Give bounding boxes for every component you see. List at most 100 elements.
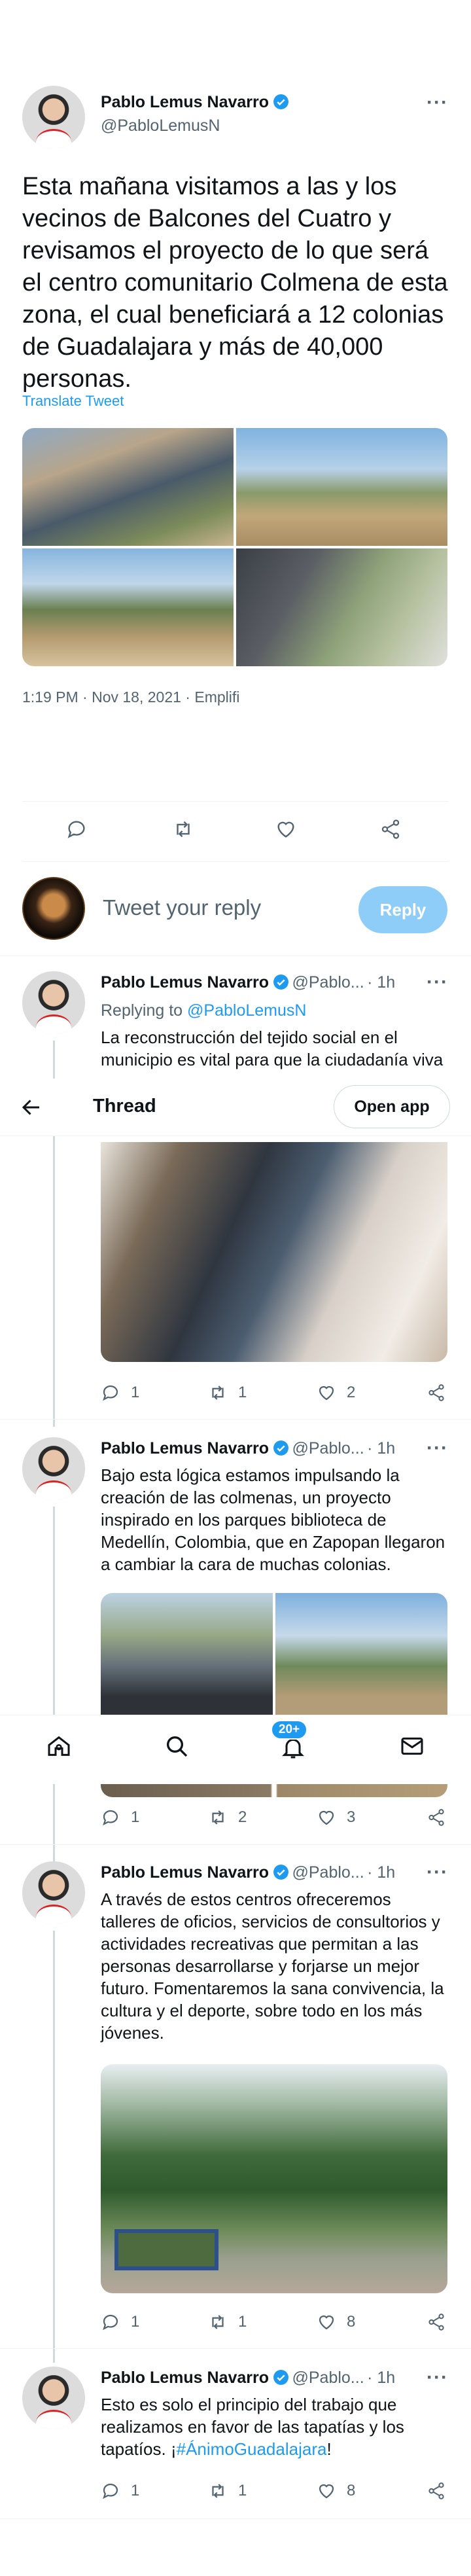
author-avatar[interactable] xyxy=(22,86,85,149)
comment-count: 1 xyxy=(131,1384,140,1401)
reply-icon[interactable] xyxy=(101,2312,120,2332)
media-photo-3[interactable] xyxy=(22,548,234,666)
reply-retweet-action[interactable]: 1 xyxy=(208,2312,247,2332)
home-icon[interactable] xyxy=(46,1733,72,1759)
like-count: 8 xyxy=(347,2313,356,2331)
author-handle[interactable]: @PabloLemusN xyxy=(101,116,220,135)
author-name-row[interactable]: Pablo Lemus Navarro xyxy=(101,93,289,112)
reply-time[interactable]: · 1h xyxy=(367,1439,395,1458)
reply-avatar[interactable] xyxy=(22,971,85,1034)
more-options-icon[interactable]: ··· xyxy=(427,2367,448,2389)
reply-icon[interactable] xyxy=(101,2481,120,2501)
reply-icon[interactable] xyxy=(101,1808,120,1827)
thread-title: Thread xyxy=(93,1096,156,1117)
share-icon[interactable] xyxy=(427,1808,446,1827)
reply-text: Esto es solo el principio del trabajo qu… xyxy=(101,2393,447,2460)
like-count: 3 xyxy=(347,1808,356,1826)
reply-avatar[interactable] xyxy=(22,1437,85,1500)
comment-count: 1 xyxy=(131,1808,140,1826)
media-photo-1[interactable] xyxy=(22,428,234,546)
reply-avatar[interactable] xyxy=(22,2367,85,2429)
reply-comment-action[interactable]: 1 xyxy=(101,2312,139,2332)
like-icon[interactable] xyxy=(317,1808,336,1827)
like-icon[interactable] xyxy=(317,1383,336,1403)
more-options-icon[interactable]: ··· xyxy=(427,1861,448,1884)
back-arrow-icon[interactable] xyxy=(20,1096,43,1119)
retweet-count: 1 xyxy=(238,2313,247,2331)
reply-author-handle[interactable]: @Pablo... xyxy=(292,1863,364,1882)
notifications-badge: 20+ xyxy=(271,1720,307,1740)
more-options-icon[interactable]: ··· xyxy=(427,92,448,114)
reply-time[interactable]: · 1h xyxy=(367,1863,395,1882)
share-icon[interactable] xyxy=(427,2481,446,2501)
reply-author-name[interactable]: Pablo Lemus Navarro xyxy=(101,1439,269,1458)
reply-retweet-action[interactable]: 1 xyxy=(208,2481,247,2501)
like-icon[interactable] xyxy=(317,2312,336,2332)
tweet-text: Esta mañana visitamos a las y los vecino… xyxy=(22,173,448,393)
reply-author-name[interactable]: Pablo Lemus Navarro xyxy=(101,973,269,992)
media-photo-1[interactable] xyxy=(101,1593,273,1715)
reply-like-action[interactable]: 2 xyxy=(317,1383,355,1403)
replying-to-handle-link[interactable]: @PabloLemusN xyxy=(187,1001,306,1020)
search-icon[interactable] xyxy=(164,1733,190,1759)
open-app-button[interactable]: Open app xyxy=(334,1085,450,1128)
planter-box-shape xyxy=(114,2229,219,2270)
reply-like-action[interactable]: 8 xyxy=(317,2481,355,2501)
reply-avatar[interactable] xyxy=(22,1861,85,1924)
reply-comment-action[interactable]: 1 xyxy=(101,1383,139,1403)
like-icon[interactable] xyxy=(317,2481,336,2501)
reply-author-handle[interactable]: @Pablo... xyxy=(292,2369,364,2387)
reply-icon[interactable] xyxy=(101,1383,120,1403)
replying-to: Replying to @PabloLemusN xyxy=(101,1001,306,1020)
share-icon[interactable] xyxy=(379,818,402,840)
reply-media-photo[interactable] xyxy=(101,2064,447,2293)
current-user-avatar[interactable] xyxy=(22,877,85,940)
reply-author-name[interactable]: Pablo Lemus Navarro xyxy=(101,1863,269,1882)
reply-like-action[interactable]: 3 xyxy=(317,1808,355,1827)
reply-comment-action[interactable]: 1 xyxy=(101,1808,139,1827)
comment-count: 1 xyxy=(131,2482,140,2499)
reply-like-action[interactable]: 8 xyxy=(317,2312,355,2332)
like-count: 2 xyxy=(347,1384,356,1401)
reply-input[interactable]: Tweet your reply xyxy=(103,895,261,920)
reply-time[interactable]: · 1h xyxy=(367,2369,395,2387)
media-photo-2[interactable] xyxy=(236,428,447,546)
reply-author-name[interactable]: Pablo Lemus Navarro xyxy=(101,2369,269,2387)
share-icon[interactable] xyxy=(427,1383,446,1403)
verified-badge-icon xyxy=(273,94,288,109)
divider xyxy=(22,801,449,802)
reply-icon[interactable] xyxy=(65,818,88,840)
reply-comment-action[interactable]: 1 xyxy=(101,2481,139,2501)
verified-badge-icon xyxy=(273,2370,288,2385)
divider xyxy=(22,861,449,862)
reply-author-handle[interactable]: @Pablo... xyxy=(292,1439,364,1458)
reply-retweet-action[interactable]: 1 xyxy=(208,1383,247,1403)
messages-envelope-icon[interactable] xyxy=(399,1733,425,1759)
reply-media-grid[interactable] xyxy=(101,1593,447,1715)
retweet-icon[interactable] xyxy=(208,1383,228,1403)
retweet-icon[interactable] xyxy=(208,1808,228,1827)
like-icon[interactable] xyxy=(275,818,297,840)
reply-author-handle[interactable]: @Pablo... xyxy=(292,973,364,992)
share-icon[interactable] xyxy=(427,2312,446,2332)
reply-retweet-action[interactable]: 2 xyxy=(208,1808,247,1827)
tweet-timestamp[interactable]: 1:19 PM · Nov 18, 2021 · Emplifi xyxy=(22,689,239,706)
media-photo-2[interactable] xyxy=(275,1593,447,1715)
author-name[interactable]: Pablo Lemus Navarro xyxy=(101,93,269,111)
reply-media-photo[interactable] xyxy=(101,1142,447,1362)
media-photo-4[interactable] xyxy=(236,548,447,666)
translate-tweet-link[interactable]: Translate Tweet xyxy=(22,393,124,410)
comment-count: 1 xyxy=(131,2313,140,2331)
more-options-icon[interactable]: ··· xyxy=(427,1437,448,1459)
reply-button[interactable]: Reply xyxy=(358,886,447,933)
divider xyxy=(0,2348,471,2349)
retweet-icon[interactable] xyxy=(171,818,195,840)
tweet-media-grid[interactable] xyxy=(22,428,447,666)
reply-time[interactable]: · 1h xyxy=(367,973,395,992)
retweet-count: 2 xyxy=(238,1808,247,1826)
retweet-icon[interactable] xyxy=(208,2312,228,2332)
reply-media-grid-bottom[interactable] xyxy=(101,1784,447,1797)
more-options-icon[interactable]: ··· xyxy=(427,971,448,993)
retweet-icon[interactable] xyxy=(208,2481,228,2501)
hashtag-link[interactable]: #ÁnimoGuadalajara xyxy=(177,2439,327,2459)
